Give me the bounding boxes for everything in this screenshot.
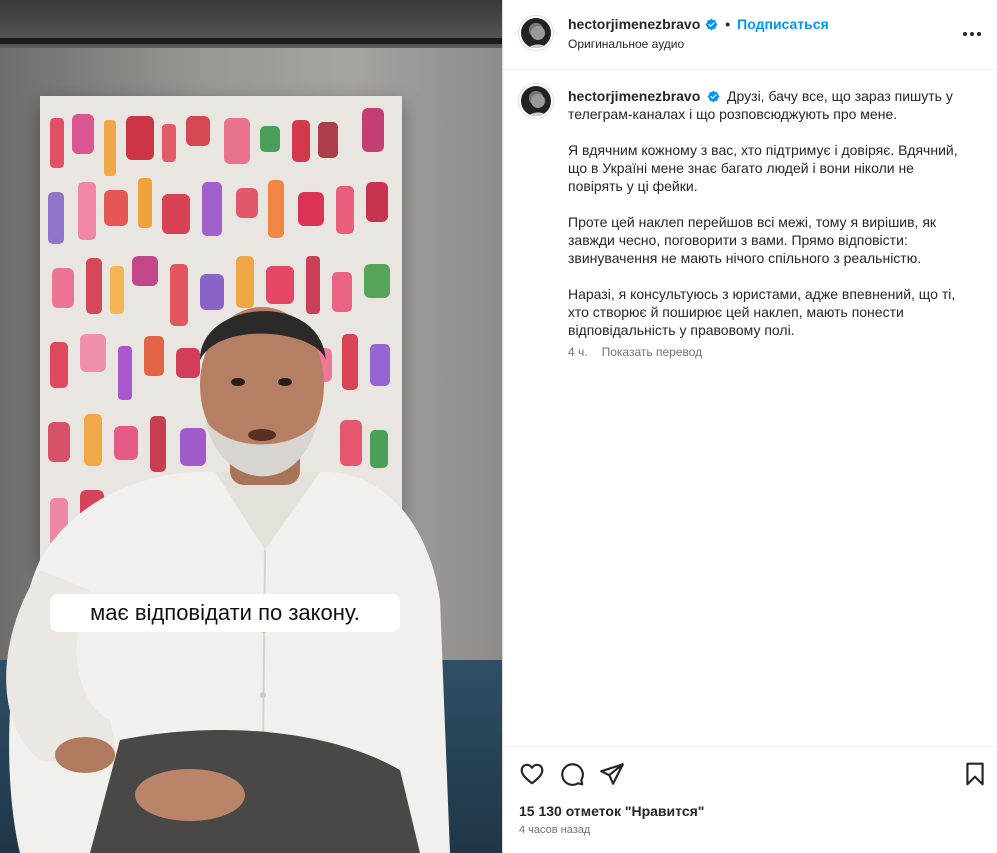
caption-meta: 4 ч. Показать перевод	[568, 345, 702, 359]
post-timestamp[interactable]: 4 часов назад	[519, 824, 590, 836]
like-heart-icon[interactable]	[519, 761, 545, 787]
avatar[interactable]	[519, 16, 553, 50]
caption-paragraph: hectorjimenezbravo Друзі, бачу все, що з…	[568, 87, 968, 123]
post-header: hectorjimenezbravo • Подписаться Оригина…	[503, 0, 997, 70]
like-count[interactable]: 15 130 отметок "Нравится"	[519, 803, 704, 819]
caption-paragraph: Наразі, я консультуюсь з юристами, адже …	[568, 286, 956, 338]
share-send-icon[interactable]	[599, 761, 625, 787]
post-caption: hectorjimenezbravo Друзі, бачу все, що з…	[568, 87, 968, 357]
caption-paragraph: Я вдячним кожному з вас, хто підтримує і…	[568, 142, 958, 194]
post-media[interactable]: має відповідати по закону.	[0, 0, 502, 853]
show-translation-link[interactable]: Показать перевод	[602, 345, 703, 359]
header-user-row: hectorjimenezbravo • Подписаться	[568, 16, 829, 32]
follow-button[interactable]: Подписаться	[737, 16, 829, 32]
more-options-icon[interactable]	[960, 22, 984, 46]
caption-username[interactable]: hectorjimenezbravo	[568, 88, 700, 104]
header-username[interactable]: hectorjimenezbravo	[568, 16, 700, 32]
bookmark-save-icon[interactable]	[962, 761, 988, 787]
caption-paragraph: Проте цей наклеп перейшов всі межі, тому…	[568, 214, 937, 266]
caption-avatar[interactable]	[519, 84, 553, 118]
post-footer: 15 130 отметок "Нравится" 4 часов назад	[503, 746, 997, 853]
action-bar	[519, 761, 625, 787]
video-subtitle: має відповідати по закону.	[50, 594, 400, 632]
post-panel: hectorjimenezbravo • Подписаться Оригина…	[502, 0, 997, 853]
comments-area[interactable]: hectorjimenezbravo Друзі, бачу все, що з…	[503, 70, 997, 746]
verified-badge-icon	[705, 18, 718, 30]
ceiling-rail	[0, 38, 502, 44]
separator-dot: •	[725, 16, 731, 32]
comment-bubble-icon[interactable]	[559, 761, 585, 787]
audio-link[interactable]: Оригинальное аудио	[568, 37, 684, 51]
verified-badge-icon	[707, 90, 720, 103]
speaker-figure	[6, 307, 450, 853]
caption-age: 4 ч.	[568, 345, 588, 359]
